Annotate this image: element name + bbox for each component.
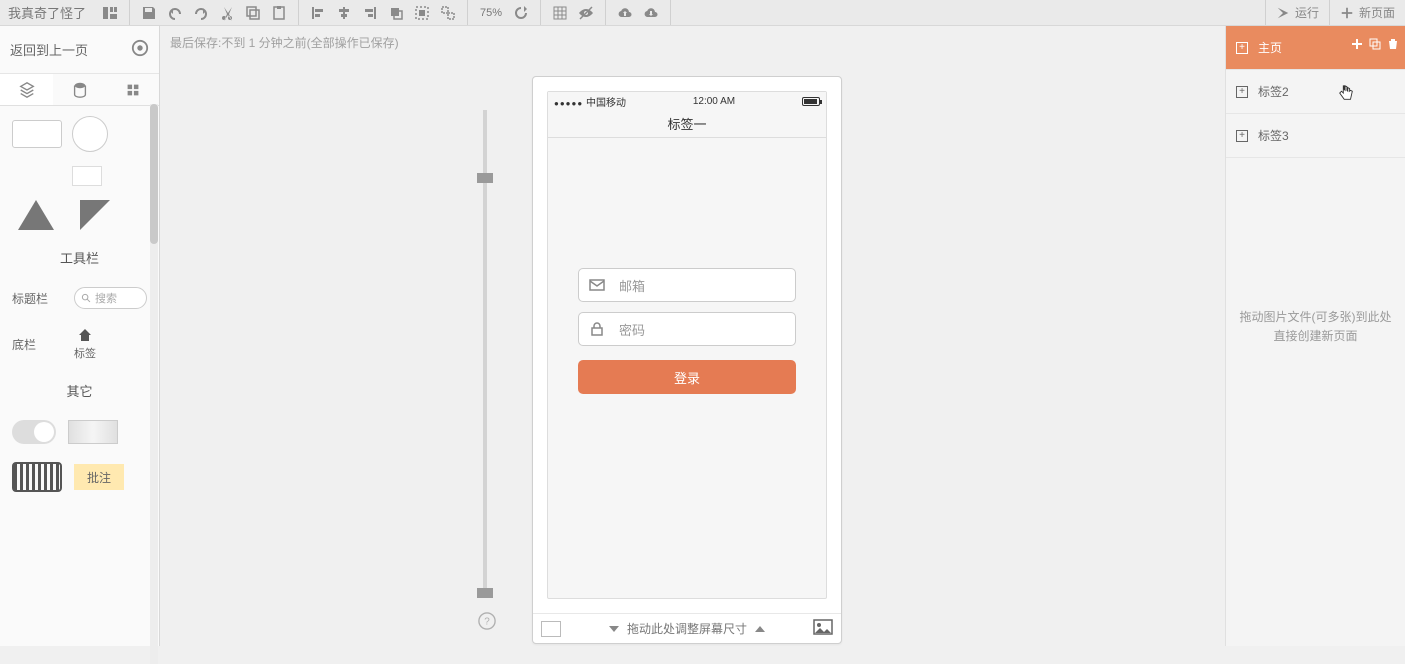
widget-triangle[interactable] — [18, 200, 54, 230]
widget-annotation[interactable]: 批注 — [74, 464, 124, 490]
annotation-label: 批注 — [87, 469, 111, 486]
svg-text:?: ? — [484, 617, 490, 628]
copy-icon[interactable] — [242, 2, 264, 24]
bottombar-widget-label[interactable]: 底栏 — [12, 336, 62, 353]
new-page-button[interactable]: 新页面 — [1329, 0, 1405, 25]
slider-handle-top[interactable] — [477, 173, 493, 183]
slider-handle-bottom[interactable] — [477, 588, 493, 598]
device-footer: 拖动此处调整屏幕尺寸 — [533, 613, 841, 643]
widget-keyboard[interactable] — [12, 462, 62, 492]
tab-icon-label: 标签 — [74, 345, 96, 361]
bring-front-icon[interactable] — [385, 2, 407, 24]
data-tab[interactable] — [53, 74, 106, 105]
widget-tab-icon[interactable]: 标签 — [74, 327, 96, 361]
login-button[interactable]: 登录 — [578, 360, 796, 394]
mail-icon — [589, 277, 605, 293]
dropzone[interactable]: 拖动图片文件(可多张)到此处 直接创建新页面 — [1226, 158, 1405, 646]
page-label: 主页 — [1258, 39, 1282, 56]
canvas-area[interactable]: 最后保存:不到 1 分钟之前(全部操作已保存) ●●●●● 中国移动 12:00… — [160, 26, 1225, 646]
widget-rectangle[interactable] — [12, 120, 62, 148]
save-icon[interactable] — [138, 2, 160, 24]
target-icon[interactable] — [131, 39, 149, 60]
resize-hint[interactable]: 拖动此处调整屏幕尺寸 — [627, 620, 747, 637]
scrollbar-thumb[interactable] — [150, 104, 158, 244]
grid-icon[interactable] — [549, 2, 571, 24]
dropzone-text: 拖动图片文件(可多张)到此处 直接创建新页面 — [1240, 308, 1392, 346]
section-toolbar-label: 工具栏 — [4, 240, 155, 275]
page-item-3[interactable]: + 标签3 — [1226, 114, 1405, 158]
cloud-download-icon[interactable] — [640, 2, 662, 24]
top-toolbar: 我真奇了怪了 75% 运行 — [0, 0, 1405, 26]
new-page-label: 新页面 — [1359, 4, 1395, 21]
device-frame: ●●●●● 中国移动 12:00 AM 标签一 邮箱 密码 — [532, 76, 842, 644]
widget-small-rect[interactable] — [72, 166, 102, 186]
pages-panel: + 主页 + 标签2 + 标签3 拖动图片文件(可多张)到此处 直接创建新页面 — [1225, 26, 1405, 646]
paste-icon[interactable] — [268, 2, 290, 24]
page-label: 标签2 — [1258, 83, 1289, 100]
height-slider[interactable] — [483, 110, 487, 594]
run-button[interactable]: 运行 — [1265, 0, 1329, 25]
cut-icon[interactable] — [216, 2, 238, 24]
widget-flag[interactable] — [80, 200, 110, 230]
login-label: 登录 — [674, 368, 700, 387]
status-time: 12:00 AM — [693, 96, 735, 107]
widget-ruler[interactable] — [68, 420, 118, 444]
undo-icon[interactable] — [164, 2, 186, 24]
battery-icon — [802, 97, 820, 106]
status-bar: ●●●●● 中国移动 12:00 AM — [548, 92, 826, 110]
visibility-icon[interactable] — [575, 2, 597, 24]
zoom-level[interactable]: 75% — [474, 7, 508, 19]
delete-icon[interactable] — [1387, 38, 1399, 53]
expand-icon[interactable]: + — [1236, 130, 1248, 142]
page-label: 标签3 — [1258, 127, 1289, 144]
redo-icon[interactable] — [190, 2, 212, 24]
email-field[interactable]: 邮箱 — [578, 268, 796, 302]
save-status: 最后保存:不到 1 分钟之前(全部操作已保存) — [170, 34, 399, 51]
rotate-icon[interactable] — [510, 2, 532, 24]
carrier-label: ●●●●● 中国移动 — [554, 94, 626, 109]
align-left-icon[interactable] — [307, 2, 329, 24]
add-child-icon[interactable] — [1351, 38, 1363, 53]
password-placeholder: 密码 — [619, 320, 645, 339]
page-item-main[interactable]: + 主页 — [1226, 26, 1405, 70]
section-other-label: 其它 — [4, 373, 155, 408]
page-item-2[interactable]: + 标签2 — [1226, 70, 1405, 114]
lock-icon — [589, 321, 605, 337]
assets-tab[interactable] — [106, 74, 159, 105]
expand-icon[interactable]: + — [1236, 86, 1248, 98]
nav-bar: 标签一 — [548, 110, 826, 138]
chevron-down-icon[interactable] — [609, 626, 619, 632]
widget-palette: 工具栏 标题栏 搜索 底栏 标签 其它 — [0, 106, 159, 646]
back-row[interactable]: 返回到上一页 — [0, 26, 159, 74]
help-icon[interactable]: ? — [478, 612, 496, 630]
expand-icon[interactable]: + — [1236, 42, 1248, 54]
app-title-text: 我真奇了怪了 — [8, 3, 86, 22]
device-screen[interactable]: ●●●●● 中国移动 12:00 AM 标签一 邮箱 密码 — [547, 91, 827, 599]
password-field[interactable]: 密码 — [578, 312, 796, 346]
cloud-upload-icon[interactable] — [614, 2, 636, 24]
email-placeholder: 邮箱 — [619, 276, 645, 295]
image-icon[interactable] — [813, 619, 833, 638]
titlebar-widget-label[interactable]: 标题栏 — [12, 290, 62, 307]
layout-icon[interactable] — [99, 2, 121, 24]
nav-title: 标签一 — [667, 114, 706, 133]
align-right-icon[interactable] — [359, 2, 381, 24]
run-label: 运行 — [1295, 4, 1319, 21]
back-label: 返回到上一页 — [10, 40, 88, 59]
left-sidebar: 返回到上一页 — [0, 26, 160, 646]
left-scrollbar[interactable] — [150, 104, 158, 664]
duplicate-icon[interactable] — [1369, 38, 1381, 53]
chevron-up-icon[interactable] — [755, 626, 765, 632]
widget-toggle[interactable] — [12, 420, 56, 444]
widgets-tab[interactable] — [0, 74, 53, 105]
ungroup-icon[interactable] — [437, 2, 459, 24]
bg-color-swatch[interactable] — [541, 621, 561, 637]
group-icon[interactable] — [411, 2, 433, 24]
search-placeholder: 搜索 — [95, 290, 117, 306]
widget-circle[interactable] — [72, 116, 108, 152]
align-center-icon[interactable] — [333, 2, 355, 24]
widget-searchbar[interactable]: 搜索 — [74, 287, 147, 309]
app-title: 我真奇了怪了 — [0, 0, 130, 25]
